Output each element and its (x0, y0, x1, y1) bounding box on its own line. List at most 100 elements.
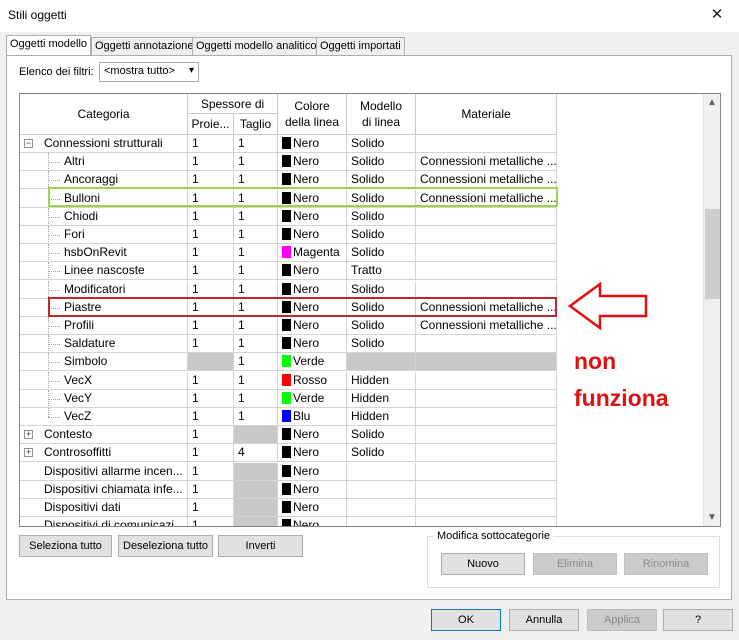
projection-weight-cell[interactable]: 1 (188, 335, 234, 354)
line-color-cell[interactable]: Verde (278, 353, 347, 372)
material-cell[interactable] (416, 426, 557, 445)
header-taglio[interactable]: Taglio (234, 114, 278, 135)
line-pattern-cell[interactable] (347, 462, 416, 481)
table-row[interactable]: Altri 1 1 Nero Solido Connessioni metalliche … (20, 153, 557, 172)
line-color-cell[interactable]: Verde (278, 389, 347, 408)
cut-weight-cell[interactable]: 1 (234, 353, 278, 372)
table-row[interactable]: Modificatori 1 1 Nero Solido (20, 280, 557, 299)
line-pattern-cell[interactable]: Hidden (347, 371, 416, 390)
cut-weight-cell[interactable]: 1 (234, 262, 278, 281)
table-row[interactable]: Fori 1 1 Nero Solido (20, 226, 557, 244)
cut-weight-cell[interactable]: 1 (234, 226, 278, 244)
projection-weight-cell[interactable]: 1 (188, 517, 234, 526)
header-colore[interactable]: Colore della linea (278, 94, 347, 135)
line-pattern-cell[interactable]: Solido (347, 135, 416, 153)
table-row[interactable]: hsbOnRevit 1 1 Magenta Solido (20, 244, 557, 263)
line-color-cell[interactable]: Nero (278, 335, 347, 354)
line-pattern-cell[interactable]: Hidden (347, 408, 416, 426)
projection-weight-cell[interactable]: 1 (188, 135, 234, 153)
material-cell[interactable]: Connessioni metalliche ... (416, 153, 557, 172)
line-pattern-cell[interactable] (347, 353, 416, 372)
category-cell[interactable]: + Controsoffitti (20, 444, 188, 463)
material-cell[interactable] (416, 371, 557, 390)
line-color-cell[interactable]: Nero (278, 317, 347, 335)
category-cell[interactable]: Simbolo (20, 353, 188, 372)
scroll-down-icon[interactable]: ▼ (707, 512, 717, 523)
line-pattern-cell[interactable]: Solido (347, 153, 416, 172)
line-color-cell[interactable]: Rosso (278, 371, 347, 390)
line-color-cell[interactable]: Nero (278, 499, 347, 517)
deselect-all-button[interactable]: Deseleziona tutto (118, 535, 213, 557)
line-pattern-cell[interactable] (347, 480, 416, 499)
table-row[interactable]: Dispositivi di comunicazi... 1 Nero (20, 517, 557, 526)
table-row[interactable]: VecY 1 1 Verde Hidden (20, 389, 557, 408)
line-color-cell[interactable]: Nero (278, 135, 347, 153)
category-cell[interactable]: Linee nascoste (20, 262, 188, 281)
projection-weight-cell[interactable]: 1 (188, 207, 234, 226)
header-categoria[interactable]: Categoria (20, 94, 188, 135)
material-cell[interactable] (416, 135, 557, 153)
cut-weight-cell[interactable]: 1 (234, 335, 278, 354)
projection-weight-cell[interactable] (188, 353, 234, 372)
expand-icon[interactable]: + (24, 430, 33, 440)
material-cell[interactable] (416, 462, 557, 481)
cut-weight-cell[interactable]: 1 (234, 153, 278, 172)
line-color-cell[interactable]: Blu (278, 408, 347, 426)
line-color-cell[interactable]: Nero (278, 462, 347, 481)
table-row[interactable]: − Connessioni strutturali 1 1 Nero Solido (20, 135, 557, 153)
line-color-cell[interactable]: Magenta (278, 244, 347, 263)
category-cell[interactable]: VecX (20, 371, 188, 390)
projection-weight-cell[interactable]: 1 (188, 262, 234, 281)
collapse-icon[interactable]: − (24, 139, 33, 148)
line-pattern-cell[interactable]: Solido (347, 207, 416, 226)
apply-button[interactable]: Applica (587, 609, 657, 631)
category-cell[interactable]: Modificatori (20, 280, 188, 299)
category-cell[interactable]: Profili (20, 317, 188, 335)
cut-weight-cell[interactable] (234, 462, 278, 481)
material-cell[interactable] (416, 444, 557, 463)
material-cell[interactable] (416, 262, 557, 281)
cut-weight-cell[interactable] (234, 480, 278, 499)
line-color-cell[interactable]: Nero (278, 517, 347, 526)
delete-subcategory-button[interactable]: Elimina (533, 553, 617, 575)
vertical-scrollbar[interactable]: ▲ ▼ (703, 94, 720, 526)
filter-dropdown[interactable]: <mostra tutto> ▾ (99, 62, 199, 82)
header-proiezione[interactable]: Proie... (188, 114, 234, 135)
tab-oggetti-annotazione[interactable]: Oggetti annotazione (91, 37, 198, 55)
line-color-cell[interactable]: Nero (278, 280, 347, 299)
line-pattern-cell[interactable]: Tratto (347, 262, 416, 281)
table-row[interactable]: + Contesto 1 Nero Solido (20, 426, 557, 445)
line-color-cell[interactable]: Nero (278, 426, 347, 445)
projection-weight-cell[interactable]: 1 (188, 371, 234, 390)
category-cell[interactable]: Altri (20, 153, 188, 172)
cut-weight-cell[interactable] (234, 499, 278, 517)
header-modello[interactable]: Modello di linea (347, 94, 416, 135)
category-cell[interactable]: − Connessioni strutturali (20, 135, 188, 153)
material-cell[interactable] (416, 499, 557, 517)
table-row[interactable]: Dispositivi allarme incen... 1 Nero (20, 462, 557, 481)
material-cell[interactable] (416, 226, 557, 244)
category-cell[interactable]: Chiodi (20, 207, 188, 226)
help-button[interactable]: ? (663, 609, 733, 631)
category-cell[interactable]: Dispositivi di comunicazi... (20, 517, 188, 526)
line-color-cell[interactable]: Nero (278, 226, 347, 244)
category-cell[interactable]: Dispositivi allarme incen... (20, 462, 188, 481)
projection-weight-cell[interactable]: 1 (188, 408, 234, 426)
table-row[interactable]: Dispositivi dati 1 Nero (20, 499, 557, 517)
line-pattern-cell[interactable]: Solido (347, 244, 416, 263)
tab-oggetti-importati[interactable]: Oggetti importati (316, 37, 405, 55)
cut-weight-cell[interactable]: 1 (234, 371, 278, 390)
line-pattern-cell[interactable]: Solido (347, 280, 416, 299)
category-cell[interactable]: Dispositivi dati (20, 499, 188, 517)
category-cell[interactable]: Saldature (20, 335, 188, 354)
close-icon[interactable]: ✕ (703, 4, 731, 26)
projection-weight-cell[interactable]: 1 (188, 153, 234, 172)
projection-weight-cell[interactable]: 1 (188, 499, 234, 517)
line-pattern-cell[interactable]: Solido (347, 335, 416, 354)
line-color-cell[interactable]: Nero (278, 444, 347, 463)
table-row[interactable]: Simbolo 1 Verde (20, 353, 557, 372)
cut-weight-cell[interactable]: 1 (234, 207, 278, 226)
material-cell[interactable] (416, 517, 557, 526)
cut-weight-cell[interactable]: 4 (234, 444, 278, 463)
material-cell[interactable] (416, 280, 557, 299)
